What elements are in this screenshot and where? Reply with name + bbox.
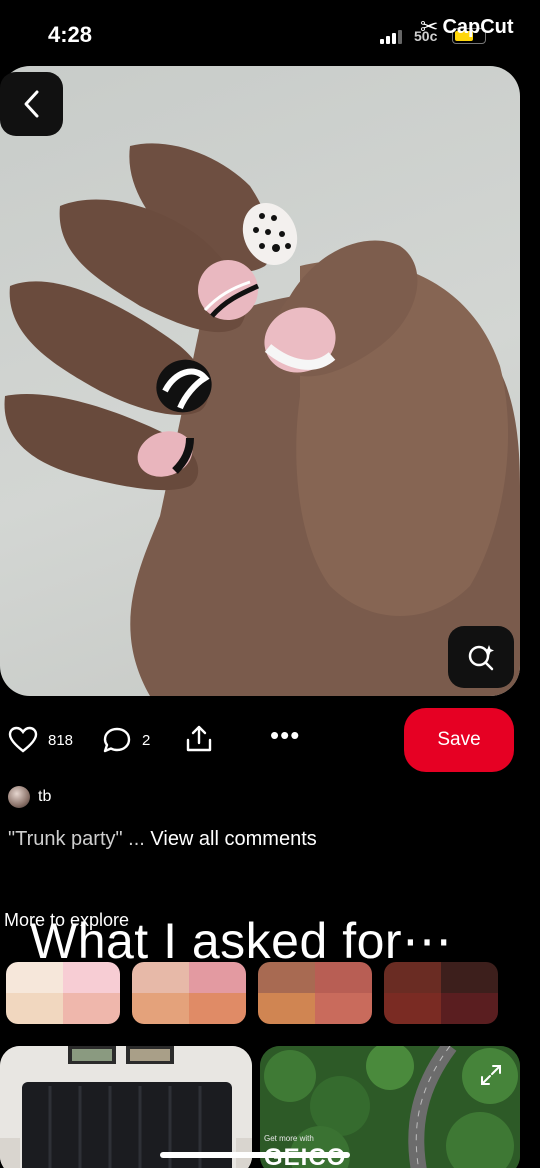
hand-nails-photo <box>4 143 520 696</box>
pin-action-bar: 818 2 ••• Save <box>0 706 540 776</box>
color-swatch-row <box>6 962 498 1024</box>
status-bar: 4:28 50c ✂ CapCut <box>0 0 540 66</box>
comment-count: 2 <box>142 731 151 749</box>
lens-search-icon <box>468 645 494 671</box>
watermark-text: CapCut <box>442 15 514 38</box>
swatch-color-cell <box>315 962 372 993</box>
like-action[interactable]: 818 <box>8 726 73 754</box>
comment-action[interactable]: 2 <box>102 726 150 754</box>
swatch-color-cell <box>441 962 498 993</box>
swatch-color-cell <box>63 993 120 1024</box>
status-time: 4:28 <box>48 22 93 47</box>
view-all-comments-link[interactable]: View all comments <box>150 828 316 850</box>
swatch-color-cell <box>6 993 63 1024</box>
comment-text: "Trunk party" ... <box>8 828 151 850</box>
more-options-button[interactable]: ••• <box>270 720 300 751</box>
bedroom-photo <box>0 1046 252 1168</box>
swatch-color-cell <box>384 962 441 993</box>
heart-icon <box>8 726 38 753</box>
pin-author[interactable]: tb <box>8 786 51 808</box>
like-count: 818 <box>48 731 74 749</box>
color-swatch-card[interactable] <box>258 962 372 1024</box>
swatch-color-cell <box>6 962 63 993</box>
color-swatch-card[interactable] <box>384 962 498 1024</box>
swatch-color-cell <box>441 993 498 1024</box>
color-swatch-card[interactable] <box>132 962 246 1024</box>
chevron-left-icon <box>24 90 38 118</box>
swatch-color-cell <box>63 962 120 993</box>
expand-icon[interactable] <box>480 1064 502 1086</box>
swatch-color-cell <box>258 993 315 1024</box>
swatch-color-cell <box>189 962 246 993</box>
pin-image[interactable] <box>0 66 520 696</box>
share-upload-icon <box>186 725 212 752</box>
related-pin-ad[interactable]: Get more with GEICO <box>260 1046 520 1168</box>
swatch-color-cell <box>132 962 189 993</box>
comment-bubble-icon <box>103 727 131 753</box>
swatch-color-cell <box>258 962 315 993</box>
related-pin-bedroom[interactable] <box>0 1046 252 1168</box>
swatch-color-cell <box>132 993 189 1024</box>
comment-preview[interactable]: "Trunk party" ... View all comments <box>8 828 317 851</box>
back-button[interactable] <box>0 72 63 136</box>
signal-icon <box>380 30 404 44</box>
swatch-color-cell <box>189 993 246 1024</box>
swatch-color-cell <box>384 993 441 1024</box>
capcut-watermark: ✂ CapCut <box>420 14 514 40</box>
capcut-logo-icon: ✂ <box>420 14 439 39</box>
related-pins-feed: Get more with GEICO <box>0 1046 540 1168</box>
ad-cta-text: Get more with <box>264 1134 314 1143</box>
home-indicator[interactable] <box>160 1152 350 1158</box>
avatar[interactable] <box>8 786 30 808</box>
swatch-color-cell <box>315 993 372 1024</box>
color-swatch-card[interactable] <box>6 962 120 1024</box>
author-name[interactable]: tb <box>38 788 51 806</box>
save-button[interactable]: Save <box>404 708 514 772</box>
share-action[interactable] <box>184 724 214 754</box>
visual-search-button[interactable] <box>448 626 514 688</box>
